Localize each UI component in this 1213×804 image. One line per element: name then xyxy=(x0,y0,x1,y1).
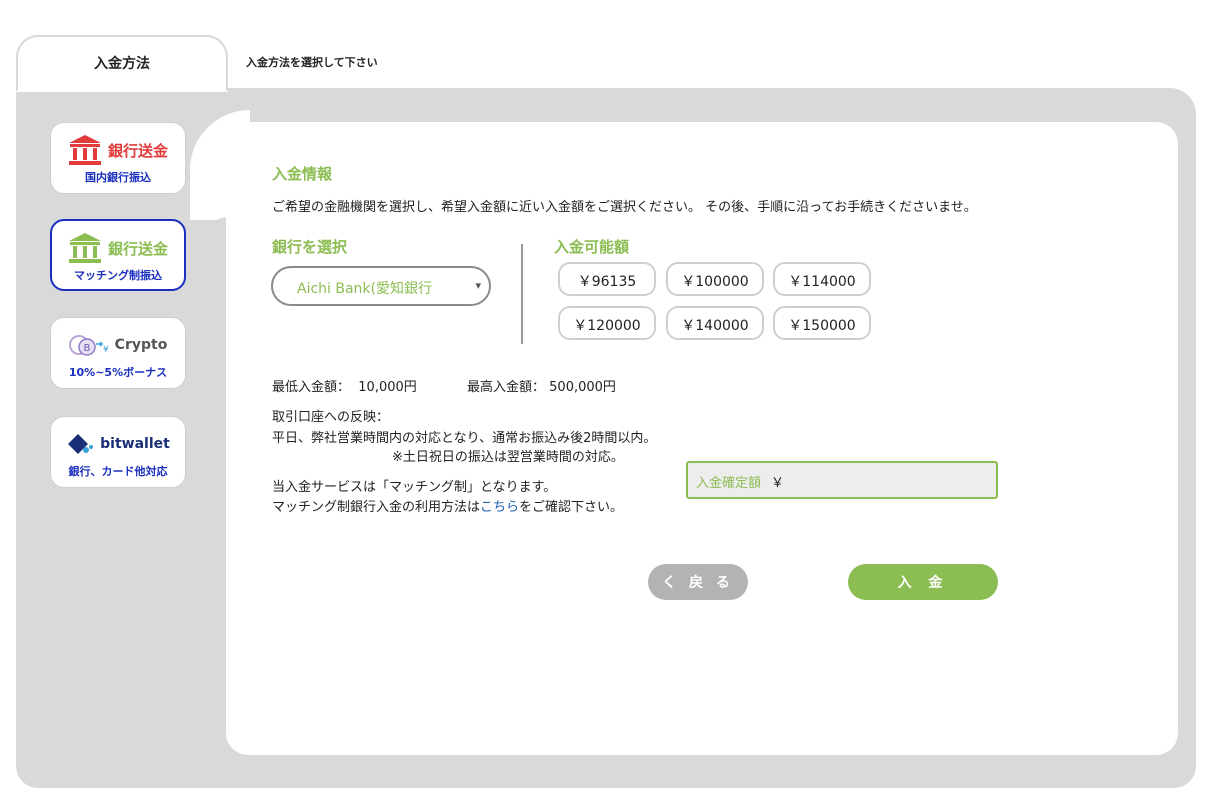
confirm-label: 入金確定額 xyxy=(696,476,762,491)
description: ご希望の金融機関を選択し、希望入金額に近い入金額をご選択ください。 その後、手順… xyxy=(272,200,977,215)
reflect-title: 取引口座への反映： xyxy=(272,410,390,425)
bitwallet-icon xyxy=(68,434,94,454)
method-bank-matching[interactable]: 銀行送金 マッチング制振込 xyxy=(50,219,186,291)
crypto-icon: B ¥ xyxy=(68,335,109,356)
min-amount: 最低入金額： 10,000円 xyxy=(272,376,417,395)
method-bank-domestic[interactable]: 銀行送金 国内銀行振込 xyxy=(50,122,186,194)
bank-select-label: 銀行を選択 xyxy=(272,238,348,256)
method-title: Crypto xyxy=(114,337,168,353)
max-amount: 最高入金額： 500,000円 xyxy=(467,376,616,395)
amount-button[interactable]: ￥140000 xyxy=(666,306,764,340)
method-bitwallet[interactable]: bitwallet 銀行、カード他対応 xyxy=(50,416,186,488)
confirm-amount-field[interactable]: 入金確定額 ￥ xyxy=(686,461,998,499)
reflect-line-1: 平日、弊社営業時間内の対応となり、通常お振込み後2時間以内。 xyxy=(272,431,657,446)
tab-label: 入金方法 xyxy=(94,56,150,72)
svg-text:¥: ¥ xyxy=(103,345,109,355)
bank-icon xyxy=(68,233,101,263)
max-value: 500,000円 xyxy=(549,380,616,395)
method-title: bitwallet xyxy=(100,436,170,452)
bank-select[interactable]: Aichi Bank(愛知銀行 ▾ xyxy=(271,266,491,306)
method-crypto[interactable]: B ¥ Crypto 10%~5%ボーナス xyxy=(50,317,186,389)
amount-button[interactable]: ￥114000 xyxy=(773,262,871,296)
amount-button[interactable]: ￥96135 xyxy=(558,262,656,296)
confirm-value: ￥ xyxy=(771,476,785,491)
bank-select-value: Aichi Bank(愛知銀行 xyxy=(297,281,433,297)
deposit-button[interactable]: 入 金 xyxy=(848,564,998,600)
min-value: 10,000円 xyxy=(358,380,417,395)
amount-button[interactable]: ￥120000 xyxy=(558,306,656,340)
method-title: 銀行送金 xyxy=(107,141,168,160)
bank-icon xyxy=(68,135,101,165)
method-title: 銀行送金 xyxy=(107,239,168,258)
method-subtitle: マッチング制振込 xyxy=(74,269,162,282)
divider xyxy=(521,244,523,344)
chevron-down-icon: ▾ xyxy=(475,279,481,292)
back-button[interactable]: く 戻 る xyxy=(648,564,748,600)
reflect-line-2: ※土日祝日の振込は翌営業時間の対応。 xyxy=(392,450,624,465)
usage-suffix: をご確認下さい。 xyxy=(519,500,624,515)
amounts-label: 入金可能額 xyxy=(554,238,630,256)
min-label: 最低入金額： xyxy=(272,380,351,395)
usage-link[interactable]: こちら xyxy=(480,500,519,515)
tab-deposit-method[interactable]: 入金方法 xyxy=(16,35,228,91)
amount-button[interactable]: ￥150000 xyxy=(773,306,871,340)
svg-text:B: B xyxy=(83,343,90,354)
usage-line: マッチング制銀行入金の利用方法はこちらをご確認下さい。 xyxy=(272,496,623,515)
tab-hint: 入金方法を選択して下さい xyxy=(246,56,378,69)
section-title: 入金情報 xyxy=(272,165,333,183)
service-line: 当入金サービスは「マッチング制」となります。 xyxy=(272,480,557,495)
method-subtitle: 国内銀行振込 xyxy=(85,171,151,184)
method-subtitle: 10%~5%ボーナス xyxy=(68,366,168,379)
amount-button[interactable]: ￥100000 xyxy=(666,262,764,296)
method-subtitle: 銀行、カード他対応 xyxy=(68,465,168,478)
usage-prefix: マッチング制銀行入金の利用方法は xyxy=(272,500,481,515)
max-label: 最高入金額： xyxy=(467,380,546,395)
